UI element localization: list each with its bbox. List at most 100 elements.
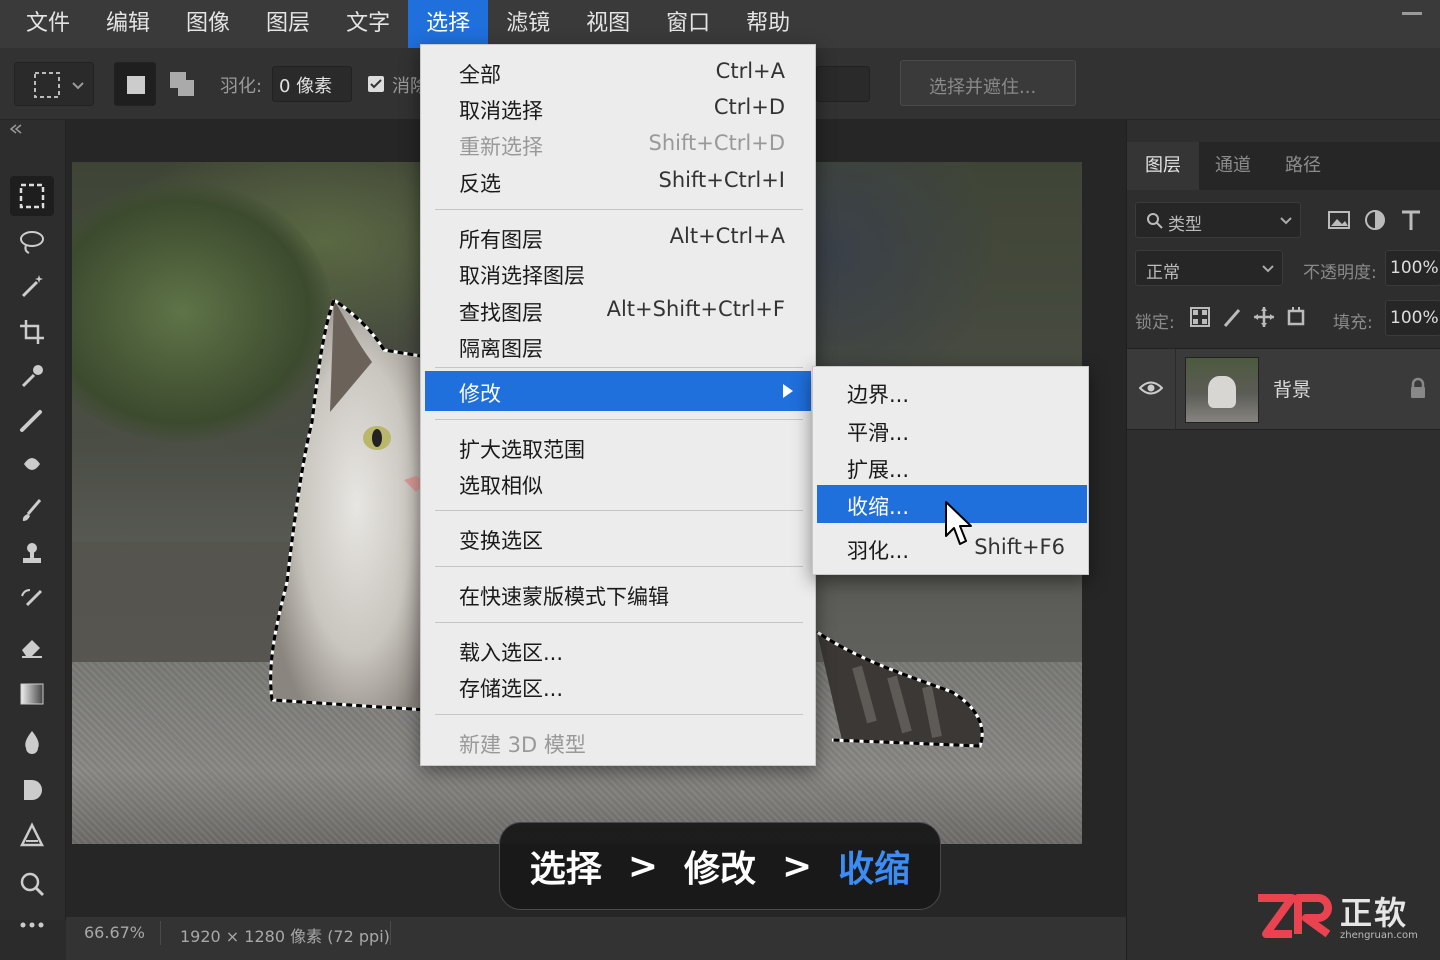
zoom-level[interactable]: 66.67% (84, 923, 145, 942)
menu-item-modify[interactable]: 修改 (425, 371, 811, 411)
lock-transparent-icon[interactable] (1189, 306, 1211, 328)
menu-item-label: 存储选区... (459, 677, 564, 701)
more-tools-button[interactable] (10, 910, 54, 940)
layer-thumbnail (1185, 357, 1259, 423)
patch-tool[interactable] (10, 444, 54, 484)
menu-item-label: 选取相似 (459, 474, 543, 498)
menu-edit[interactable]: 编辑 (88, 0, 168, 48)
menu-item-find-layers[interactable]: 查找图层 Alt+Shift+Ctrl+F (425, 292, 811, 328)
crop-tool[interactable] (10, 312, 54, 352)
menu-item-grow[interactable]: 扩大选取范围 (425, 429, 811, 465)
history-brush-tool[interactable] (10, 580, 54, 620)
eye-icon[interactable] (1139, 379, 1163, 397)
menu-help[interactable]: 帮助 (728, 0, 808, 48)
brush-tool[interactable] (10, 490, 54, 530)
menu-item-label: 新建 3D 模型 (459, 733, 586, 757)
menu-item-label: 查找图层 (459, 301, 543, 325)
menu-item-label: 反选 (459, 172, 501, 196)
menu-item-transform-selection[interactable]: 变换选区 (425, 520, 811, 556)
layer-row[interactable]: 背景 (1127, 348, 1440, 431)
menu-item-label: 取消选择 (459, 99, 543, 123)
lasso-tool[interactable] (10, 222, 54, 262)
clone-stamp-tool[interactable] (10, 534, 54, 574)
blend-mode-value: 正常 (1146, 263, 1180, 283)
menu-item-deselect[interactable]: 取消选择 Ctrl+D (425, 90, 811, 126)
pen-tool[interactable] (10, 770, 54, 810)
menu-image[interactable]: 图像 (168, 0, 248, 48)
tool-preset-picker[interactable] (14, 62, 94, 106)
select-menu-dropdown: 全部 Ctrl+A 取消选择 Ctrl+D 重新选择 Shift+Ctrl+D … (420, 44, 816, 766)
mouse-cursor-icon (945, 501, 972, 545)
image-filter-icon[interactable] (1327, 208, 1351, 232)
submenu-item-smooth[interactable]: 平滑... (817, 411, 1087, 449)
antialias-checkbox[interactable] (368, 76, 384, 92)
menu-item-all-layers[interactable]: 所有图层 Alt+Ctrl+A (425, 219, 811, 255)
lock-pixels-icon[interactable] (1221, 306, 1243, 328)
caption-step-select: 选择 (529, 849, 602, 890)
status-divider (390, 921, 391, 945)
document-info[interactable]: 1920 × 1280 像素 (72 ppi) (180, 923, 390, 947)
blur-tool[interactable] (10, 722, 54, 762)
caption-step-contract: 收缩 (838, 849, 911, 890)
magic-wand-icon (21, 275, 43, 298)
menu-item-save-selection[interactable]: 存储选区... (425, 668, 811, 704)
height-input[interactable] (816, 66, 870, 102)
eraser-tool[interactable] (10, 626, 54, 666)
menu-type[interactable]: 文字 (328, 0, 408, 48)
opacity-input[interactable]: 100% (1385, 250, 1440, 286)
lock-artboard-icon[interactable] (1285, 306, 1307, 328)
menu-layer[interactable]: 图层 (248, 0, 328, 48)
menu-item-shortcut: Alt+Ctrl+A (669, 224, 785, 248)
add-selection-button[interactable] (162, 62, 204, 106)
feather-input[interactable]: 0 像素 (272, 66, 352, 102)
menu-view[interactable]: 视图 (568, 0, 648, 48)
layer-name[interactable]: 背景 (1273, 375, 1311, 402)
menu-item-isolate-layers[interactable]: 隔离图层 (425, 328, 811, 364)
type-filter-icon[interactable] (1399, 208, 1423, 232)
menu-filter[interactable]: 滤镜 (488, 0, 568, 48)
watermark-brand: 正软 (1340, 894, 1409, 932)
thumbnail-cat (1208, 376, 1236, 408)
eyedropper-tool[interactable] (10, 356, 54, 396)
menu-file[interactable]: 文件 (8, 0, 88, 48)
panel-tabs: 图层 通道 路径 (1127, 142, 1440, 190)
submenu-item-border[interactable]: 边界... (817, 373, 1087, 411)
submenu-item-expand[interactable]: 扩展... (817, 448, 1087, 486)
menu-item-shortcut: Ctrl+D (713, 95, 785, 119)
menu-item-similar[interactable]: 选取相似 (425, 465, 811, 501)
brush-heal-tool[interactable] (10, 400, 54, 440)
menu-item-all[interactable]: 全部 Ctrl+A (425, 54, 811, 90)
menu-item-reselect[interactable]: 重新选择 Shift+Ctrl+D (425, 126, 811, 162)
menu-item-deselect-layers[interactable]: 取消选择图层 (425, 255, 811, 291)
lock-icon (1411, 377, 1425, 398)
tab-channels[interactable]: 通道 (1197, 142, 1269, 190)
select-and-mask-button[interactable]: 选择并遮住... (900, 60, 1076, 106)
menu-item-label: 全部 (459, 63, 501, 87)
rectangular-marquee-tool[interactable] (10, 176, 54, 216)
type-tool[interactable] (10, 816, 54, 856)
menu-separator (435, 209, 803, 210)
magic-wand-tool[interactable] (10, 266, 54, 306)
menu-item-new-3d-model[interactable]: 新建 3D 模型 (425, 724, 811, 760)
collapse-icon[interactable] (8, 124, 24, 134)
zoom-tool[interactable] (10, 864, 54, 904)
layer-filter-select[interactable]: 类型 (1135, 202, 1301, 238)
menu-item-load-selection[interactable]: 载入选区... (425, 632, 811, 668)
new-selection-button[interactable] (114, 62, 156, 106)
minimize-icon[interactable] (1402, 12, 1422, 15)
gradient-tool[interactable] (10, 674, 54, 714)
menu-item-quick-mask[interactable]: 在快速蒙版模式下编辑 (425, 576, 811, 612)
fill-input[interactable]: 100% (1385, 300, 1440, 336)
menu-select[interactable]: 选择 (408, 0, 489, 48)
menu-item-inverse[interactable]: 反选 Shift+Ctrl+I (425, 163, 811, 199)
fill-label: 填充: (1333, 313, 1373, 333)
lock-position-icon[interactable] (1253, 306, 1275, 328)
tutorial-caption: 选择 > 修改 > 收缩 (499, 822, 941, 910)
menu-window[interactable]: 窗口 (648, 0, 728, 48)
blend-mode-select[interactable]: 正常 (1135, 250, 1283, 286)
tab-layers[interactable]: 图层 (1127, 142, 1199, 190)
watermark-url: zhengruan.com (1340, 930, 1418, 941)
adjustment-filter-icon[interactable] (1363, 208, 1387, 232)
menu-item-label: 扩大选取范围 (459, 438, 585, 462)
tab-paths[interactable]: 路径 (1267, 142, 1339, 190)
